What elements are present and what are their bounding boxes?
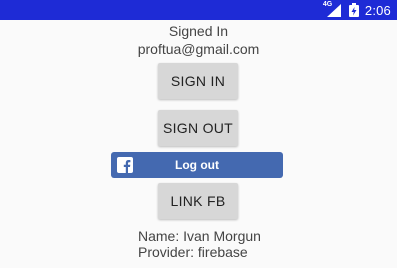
link-fb-button[interactable]: LINK FB <box>158 183 238 219</box>
profile-provider: Provider: firebase <box>138 244 248 260</box>
sign-in-button[interactable]: SIGN IN <box>158 63 238 99</box>
facebook-logout-label: Log out <box>175 158 219 172</box>
facebook-logout-button[interactable]: Log out <box>111 152 283 178</box>
signal-icon: 4G <box>323 1 343 17</box>
status-time: 2:06 <box>364 2 391 18</box>
status-bar: 4G 2:06 <box>0 0 397 20</box>
battery-icon <box>348 3 359 17</box>
sign-in-status: Signed In <box>168 23 229 39</box>
profile-name: Name: Ivan Morgun <box>138 228 261 244</box>
auth-screen: Signed In proftua@gmail.com SIGN IN SIGN… <box>0 20 397 268</box>
user-email: proftua@gmail.com <box>137 41 260 57</box>
sign-out-button[interactable]: SIGN OUT <box>158 110 238 146</box>
status-icons: 4G 2:06 <box>323 0 391 20</box>
